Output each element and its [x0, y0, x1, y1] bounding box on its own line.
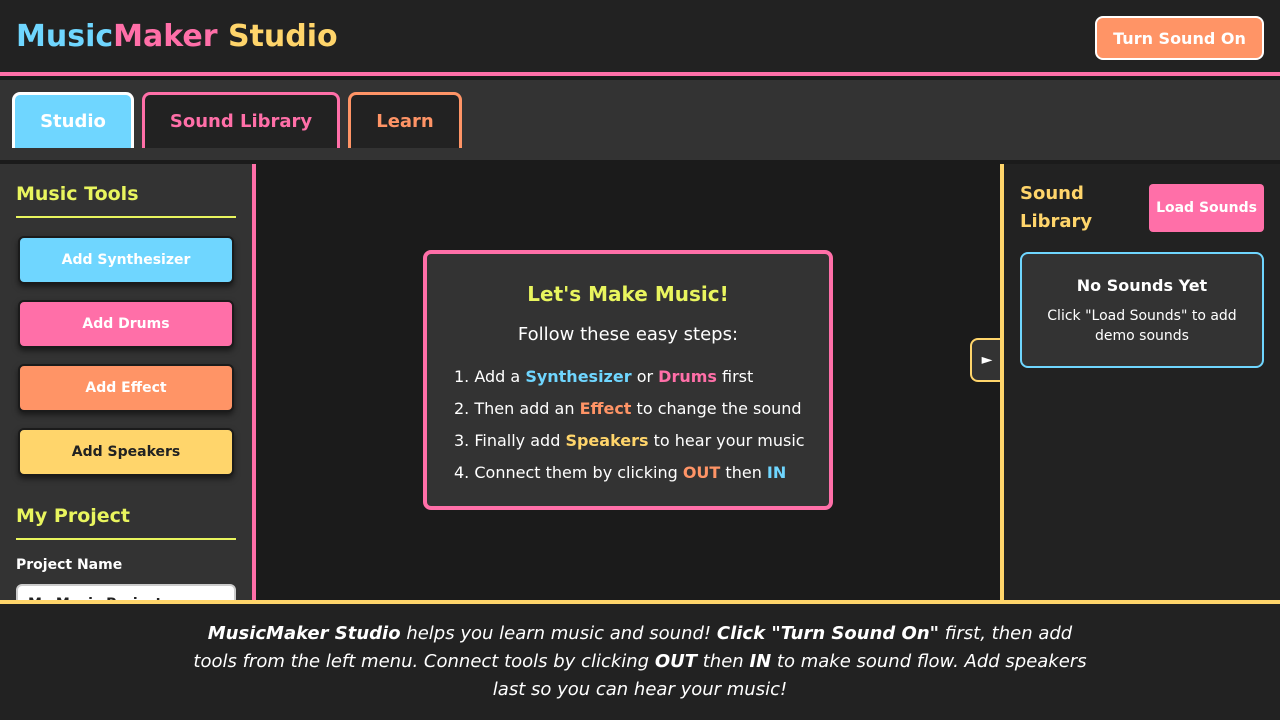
step-keyword: Effect — [579, 399, 632, 418]
step-text: first — [716, 367, 754, 386]
sound-library-panel: Sound Library Load Sounds No Sounds Yet … — [1004, 164, 1280, 600]
step-number: 4. — [454, 463, 470, 482]
divider — [16, 538, 236, 540]
step-1: 1. Add a Synthesizer or Drums first — [454, 367, 753, 386]
welcome-card: Let's Make Music! Follow these easy step… — [423, 250, 833, 510]
footer-help-text: MusicMaker Studio helps you learn music … — [190, 620, 1090, 704]
step-keyword: OUT — [682, 463, 721, 482]
footer-text: then — [697, 651, 750, 672]
logo-part-maker: Maker — [113, 19, 218, 54]
project-name-input[interactable] — [16, 584, 236, 600]
step-text: Connect them by clicking — [474, 463, 683, 482]
footer-bold: Click "Turn Sound On" — [716, 623, 940, 644]
step-3: 3. Finally add Speakers to hear your mus… — [454, 431, 805, 450]
step-keyword: IN — [766, 463, 787, 482]
step-text: or — [631, 367, 659, 386]
tab-studio[interactable]: Studio — [12, 92, 134, 148]
step-text: to change the sound — [631, 399, 802, 418]
step-2: 2. Then add an Effect to change the soun… — [454, 399, 802, 418]
app-logo: MusicMaker Studio — [16, 17, 338, 57]
footer-bold: IN — [749, 651, 772, 672]
step-text: Then add an — [474, 399, 580, 418]
tab-learn[interactable]: Learn — [348, 92, 462, 148]
step-number: 1. — [454, 367, 470, 386]
sound-library-heading: Sound Library — [1020, 183, 1093, 232]
tools-sidebar: Music Tools Add Synthesizer Add Drums Ad… — [0, 164, 252, 600]
divider — [16, 216, 236, 218]
footer-help: MusicMaker Studio helps you learn music … — [0, 600, 1280, 720]
step-text: Add a — [474, 367, 526, 386]
step-number: 3. — [454, 431, 470, 450]
music-tools-heading: Music Tools — [16, 183, 139, 205]
empty-state-title: No Sounds Yet — [1076, 276, 1208, 295]
welcome-title: Let's Make Music! — [527, 282, 729, 306]
footer-text: helps you learn music and sound! — [400, 623, 717, 644]
empty-state-text: Click "Load Sounds" to add demo sounds — [1047, 308, 1237, 344]
step-number: 2. — [454, 399, 470, 418]
step-text: Finally add — [474, 431, 566, 450]
tab-sound-library[interactable]: Sound Library — [142, 92, 340, 148]
welcome-subtitle: Follow these easy steps: — [517, 324, 739, 345]
step-text: then — [720, 463, 767, 482]
step-keyword: Speakers — [565, 431, 649, 450]
step-keyword: Drums — [658, 367, 717, 386]
add-speakers-button[interactable]: Add Speakers — [18, 428, 234, 476]
add-synthesizer-button[interactable]: Add Synthesizer — [18, 236, 234, 284]
step-keyword: Synthesizer — [525, 367, 632, 386]
add-effect-button[interactable]: Add Effect — [18, 364, 234, 412]
turn-sound-on-button[interactable]: Turn Sound On — [1095, 16, 1264, 60]
panel-toggle-arrow-icon[interactable]: ► — [970, 338, 1002, 382]
empty-state-card: No Sounds Yet Click "Load Sounds" to add… — [1020, 252, 1264, 368]
project-name-label: Project Name — [16, 557, 123, 573]
logo-part-music: Music — [16, 19, 114, 54]
footer-bold: MusicMaker Studio — [207, 623, 401, 644]
app-header: MusicMaker Studio Turn Sound On — [0, 0, 1280, 76]
load-sounds-button[interactable]: Load Sounds — [1149, 184, 1264, 232]
step-text: to hear your music — [648, 431, 805, 450]
logo-part-studio: Studio — [217, 19, 338, 54]
footer-bold: OUT — [654, 651, 698, 672]
add-drums-button[interactable]: Add Drums — [18, 300, 234, 348]
step-4: 4. Connect them by clicking OUT then IN — [454, 463, 786, 482]
tab-bar: Studio Sound Library Learn — [0, 80, 1280, 160]
my-project-heading: My Project — [16, 505, 130, 527]
